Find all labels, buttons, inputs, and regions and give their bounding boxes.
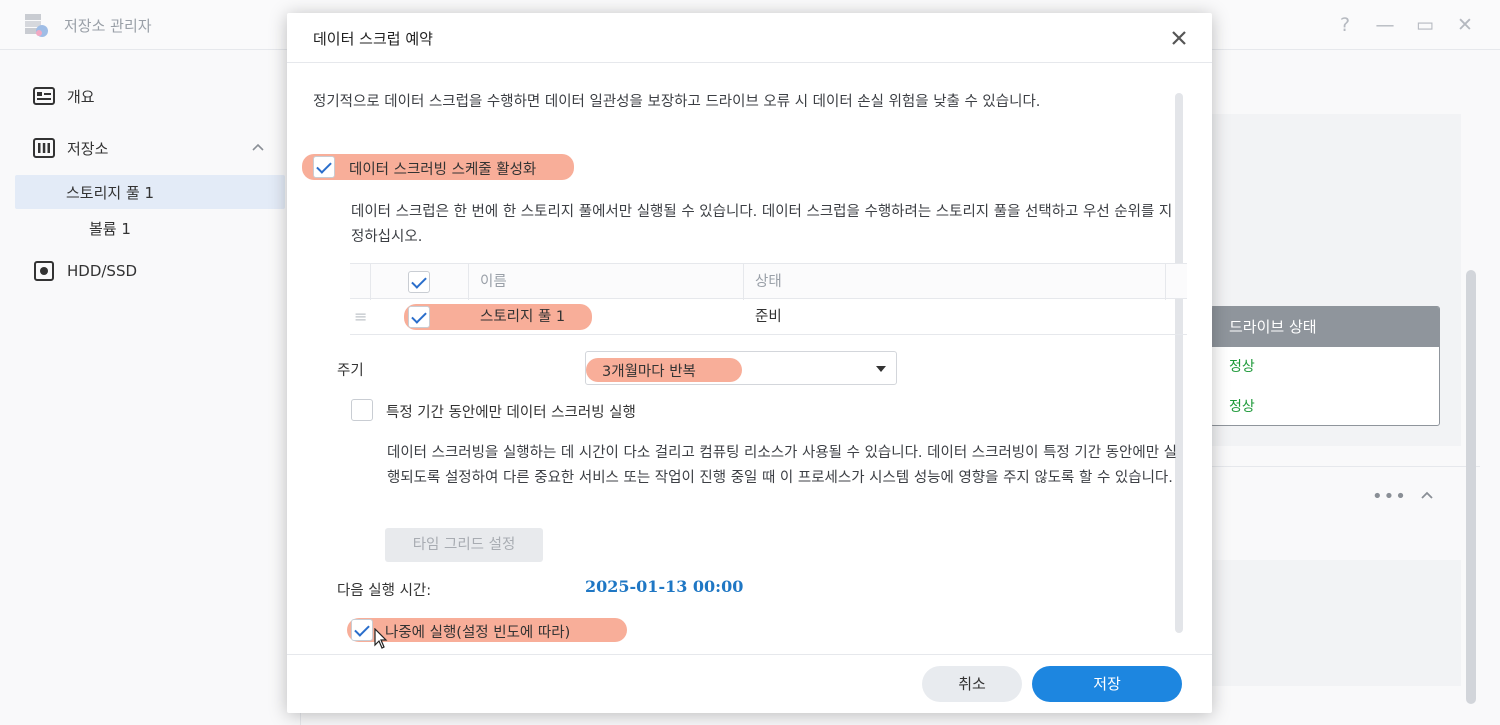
sidebar-item-hdd-ssd[interactable]: HDD/SSD bbox=[15, 254, 285, 288]
table-row[interactable]: ≡ 스토리지 풀 1 준비 bbox=[350, 299, 1187, 335]
drive-status-value: 정상 bbox=[1229, 399, 1255, 415]
sidebar: 개요 저장소 스토리지 풀 1 볼륨 1 HDD/SSD bbox=[0, 51, 300, 725]
section-divider bbox=[1180, 466, 1480, 467]
sidebar-item-label: 볼륨 1 bbox=[89, 219, 131, 238]
dialog-scrollbar[interactable] bbox=[1175, 93, 1183, 633]
enable-schedule-label: 데이터 스크러빙 스케줄 활성화 bbox=[349, 162, 537, 178]
chevron-up-icon[interactable] bbox=[1418, 486, 1436, 504]
cancel-button[interactable]: 취소 bbox=[922, 666, 1022, 702]
sidebar-item-label: 개요 bbox=[67, 87, 95, 106]
main-scrollbar[interactable] bbox=[1466, 270, 1476, 704]
next-run-value: 2025-01-13 00:00 bbox=[585, 577, 744, 596]
time-window-description: 데이터 스크러빙을 실행하는 데 시간이 다소 걸리고 컴퓨팅 리소스가 사용될… bbox=[387, 445, 1177, 486]
sidebar-item-storage-pool-1[interactable]: 스토리지 풀 1 bbox=[15, 175, 285, 209]
maximize-button[interactable]: ▭ bbox=[1412, 12, 1438, 38]
time-window-checkbox[interactable] bbox=[351, 399, 373, 421]
dialog-footer: 취소 저장 bbox=[287, 654, 1212, 713]
drive-status-panel: 드라이브 상태 정상 정상 bbox=[1210, 306, 1440, 426]
pool-select-checkbox[interactable] bbox=[408, 306, 430, 328]
mouse-cursor-icon bbox=[374, 628, 388, 649]
sidebar-item-label: 저장소 bbox=[67, 139, 109, 158]
storage-icon bbox=[33, 138, 55, 158]
overview-icon bbox=[33, 87, 55, 105]
time-grid-settings-button[interactable]: 타임 그리드 설정 bbox=[385, 528, 543, 562]
hdd-icon bbox=[34, 261, 54, 281]
column-header-name[interactable]: 이름 bbox=[480, 264, 507, 300]
close-window-button[interactable]: ✕ bbox=[1452, 12, 1478, 38]
select-all-checkbox[interactable] bbox=[408, 271, 430, 293]
scrub-description: 데이터 스크럽은 한 번에 한 스토리지 풀에서만 실행될 수 있습니다. 데이… bbox=[351, 204, 1173, 245]
data-scrub-schedule-dialog: 데이터 스크럽 예약 정기적으로 데이터 스크럽을 수행하면 데이터 일관성을 … bbox=[287, 13, 1212, 713]
more-options-icon[interactable]: ••• bbox=[1372, 486, 1407, 507]
chevron-up-icon[interactable] bbox=[249, 138, 267, 156]
volume-card bbox=[1180, 560, 1461, 686]
table-header-row: 이름 상태 bbox=[350, 263, 1187, 300]
run-later-label: 나중에 실행(설정 빈도에 따라) bbox=[385, 625, 571, 641]
help-button[interactable]: ? bbox=[1332, 12, 1358, 38]
period-label: 주기 bbox=[337, 363, 364, 379]
minimize-button[interactable]: — bbox=[1372, 12, 1398, 38]
sidebar-item-storage[interactable]: 저장소 bbox=[15, 131, 285, 165]
sidebar-item-overview[interactable]: 개요 bbox=[15, 79, 285, 113]
dialog-body: 정기적으로 데이터 스크럽을 수행하면 데이터 일관성을 보장하고 드라이브 오… bbox=[287, 13, 1212, 654]
next-run-label: 다음 실행 시간: bbox=[337, 583, 432, 599]
drive-status-value: 정상 bbox=[1229, 359, 1255, 375]
enable-schedule-checkbox[interactable] bbox=[313, 156, 335, 178]
storage-manager-logo-icon bbox=[25, 14, 48, 37]
sidebar-item-label: 스토리지 풀 1 bbox=[66, 183, 155, 202]
drag-handle-icon[interactable]: ≡ bbox=[354, 299, 367, 335]
pool-status-cell: 준비 bbox=[755, 309, 782, 325]
save-button[interactable]: 저장 bbox=[1032, 666, 1182, 702]
sidebar-item-label: HDD/SSD bbox=[67, 262, 138, 280]
intro-text: 정기적으로 데이터 스크럽을 수행하면 데이터 일관성을 보장하고 드라이브 오… bbox=[313, 94, 1041, 110]
storage-pool-table: 이름 상태 ≡ 스토리지 풀 1 준비 bbox=[350, 263, 1187, 335]
column-header-status[interactable]: 상태 bbox=[755, 264, 782, 300]
drive-status-header: 드라이브 상태 bbox=[1211, 307, 1439, 347]
period-select[interactable]: 3개월마다 반복 bbox=[585, 351, 897, 385]
run-later-checkbox[interactable] bbox=[351, 619, 373, 641]
app-title: 저장소 관리자 bbox=[64, 17, 152, 35]
sidebar-item-volume-1[interactable]: 볼륨 1 bbox=[15, 211, 285, 245]
period-selected-value: 3개월마다 반복 bbox=[602, 364, 696, 380]
pool-name-cell: 스토리지 풀 1 bbox=[480, 309, 566, 325]
time-window-label: 특정 기간 동안에만 데이터 스크러빙 실행 bbox=[386, 405, 636, 421]
caret-down-icon bbox=[876, 366, 886, 372]
